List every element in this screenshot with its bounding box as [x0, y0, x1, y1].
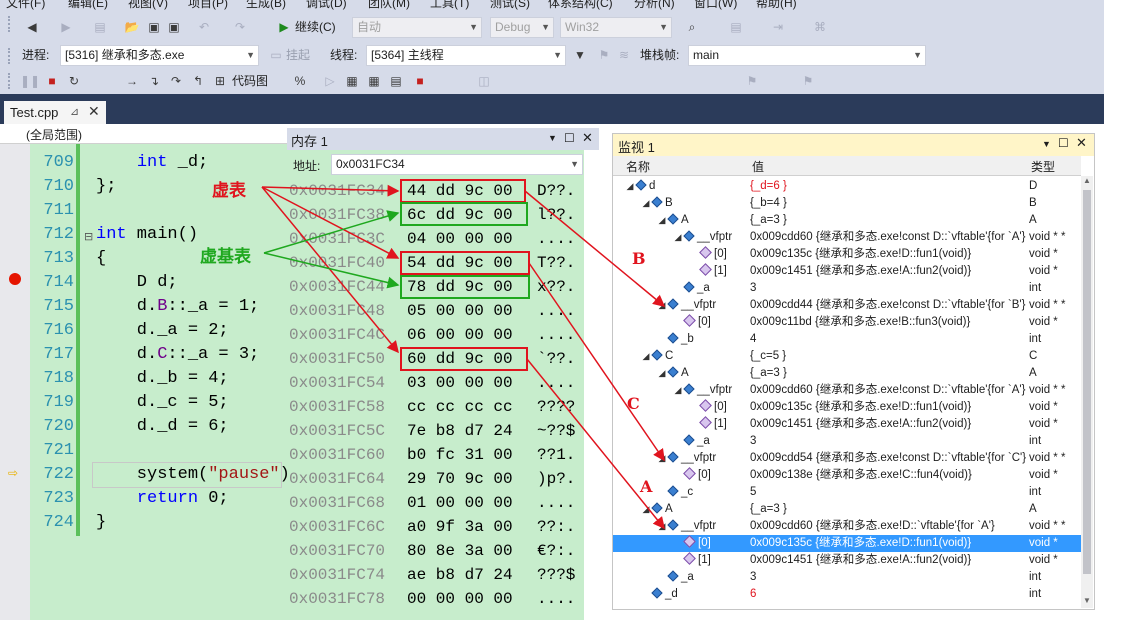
vtable-box-A: [400, 347, 528, 371]
vbtable-annotation: 虚基表: [200, 247, 251, 267]
annotation-c: C: [627, 394, 640, 413]
vbtable-box-C: [400, 275, 530, 299]
vbtable-box-B: [400, 202, 528, 226]
vbtable-arrow: [263, 252, 400, 289]
vtable-box-C: [400, 251, 530, 275]
annotation-overlay: [261, 179, 666, 530]
vtable-box-B: [400, 179, 526, 203]
vtable-arrow: [261, 184, 400, 197]
annotation-b: B: [632, 249, 646, 268]
annotation-a: A: [640, 477, 653, 496]
vtable-annotation: 虚表: [212, 181, 246, 201]
link-arrow-C: [528, 262, 665, 462]
link-arrow-A: [526, 358, 665, 530]
